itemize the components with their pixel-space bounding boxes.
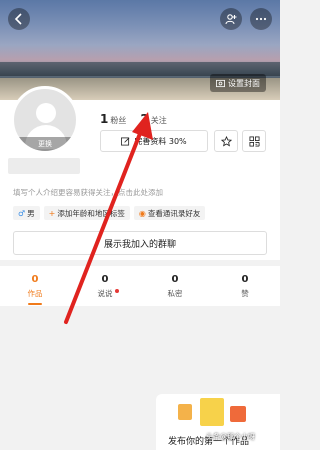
decoration-card <box>200 398 224 426</box>
following-stat[interactable]: 2 关注 <box>140 108 166 127</box>
back-button[interactable] <box>8 8 30 30</box>
more-icon <box>255 17 267 21</box>
watermark: 头条@那个小呀 <box>206 433 255 441</box>
add-user-button[interactable] <box>220 8 242 30</box>
avatar-change-label[interactable]: 更换 <box>14 137 76 151</box>
tab-likes[interactable]: 0 赞 <box>210 266 280 306</box>
tab-count: 0 <box>241 273 249 285</box>
following-label: 关注 <box>150 116 167 125</box>
decoration-card <box>178 404 192 420</box>
image-icon <box>216 79 225 87</box>
show-groups-button[interactable]: 展示我加入的群聊 <box>13 231 267 255</box>
male-icon: ♂ <box>18 208 26 218</box>
tab-private[interactable]: 0 私密 <box>140 266 210 306</box>
notification-dot <box>114 288 119 293</box>
following-count: 2 <box>140 112 149 126</box>
tab-label: 赞 <box>241 288 249 298</box>
avatar[interactable]: 更换 <box>11 86 79 154</box>
qr-code-button[interactable] <box>242 130 266 152</box>
fans-stat[interactable]: 1 粉丝 <box>100 108 126 127</box>
tab-count: 0 <box>101 273 109 285</box>
profile-card: 更换 1 粉丝 2 关注 完善资料 30% 填写个人介绍更容易获得关注，点击此处… <box>0 86 280 260</box>
add-age-region-tag[interactable]: + 添加年龄和地区标签 <box>43 206 130 220</box>
tab-count: 0 <box>31 273 39 285</box>
edit-icon <box>121 136 130 146</box>
avatar-head <box>36 103 56 123</box>
stats-row: 1 粉丝 2 关注 <box>100 108 167 127</box>
bio-placeholder[interactable]: 填写个人介绍更容易获得关注，点击此处添加 <box>13 187 163 198</box>
grid-icon <box>249 136 259 146</box>
contacts-tag[interactable]: ◉ 查看通讯录好友 <box>133 206 206 220</box>
set-cover-button[interactable]: 设置封面 <box>210 74 266 92</box>
add-user-icon <box>225 14 237 25</box>
contacts-label: 查看通讯录好友 <box>147 208 201 218</box>
gender-tag[interactable]: ♂ 男 <box>13 206 40 220</box>
tab-label-wrap: 说说 <box>97 288 119 299</box>
tab-label: 说说 <box>97 288 113 298</box>
tab-label: 私密 <box>167 288 183 298</box>
fans-label: 粉丝 <box>110 116 127 125</box>
content-tabs: 0 作品 0 说说 0 私密 0 赞 <box>0 266 280 306</box>
fans-count: 1 <box>100 112 109 126</box>
username-blurred <box>8 158 80 174</box>
complete-profile-button[interactable]: 完善资料 30% <box>100 130 208 152</box>
more-button[interactable] <box>250 8 272 30</box>
back-icon <box>14 13 22 25</box>
favorites-button[interactable] <box>214 130 238 152</box>
tab-count: 0 <box>171 273 179 285</box>
set-cover-label: 设置封面 <box>228 78 260 88</box>
complete-profile-label: 完善资料 30% <box>134 136 187 146</box>
star-icon <box>220 135 232 146</box>
add-age-region-label: 添加年龄和地区标签 <box>57 208 125 218</box>
tab-posts[interactable]: 0 说说 <box>70 266 140 306</box>
decoration-card <box>230 406 246 422</box>
profile-page: 设置封面 更换 1 粉丝 2 关注 完善资料 30% 填写个人介绍更容易获得关注… <box>0 0 280 450</box>
contacts-icon: ◉ <box>138 208 146 218</box>
tag-row: ♂ 男 + 添加年龄和地区标签 ◉ 查看通讯录好友 <box>13 206 206 220</box>
tab-label: 作品 <box>27 288 43 305</box>
plus-icon: + <box>48 208 56 218</box>
gender-label: 男 <box>27 208 35 218</box>
tab-works[interactable]: 0 作品 <box>0 266 70 306</box>
cover-image[interactable]: 设置封面 <box>0 0 280 100</box>
